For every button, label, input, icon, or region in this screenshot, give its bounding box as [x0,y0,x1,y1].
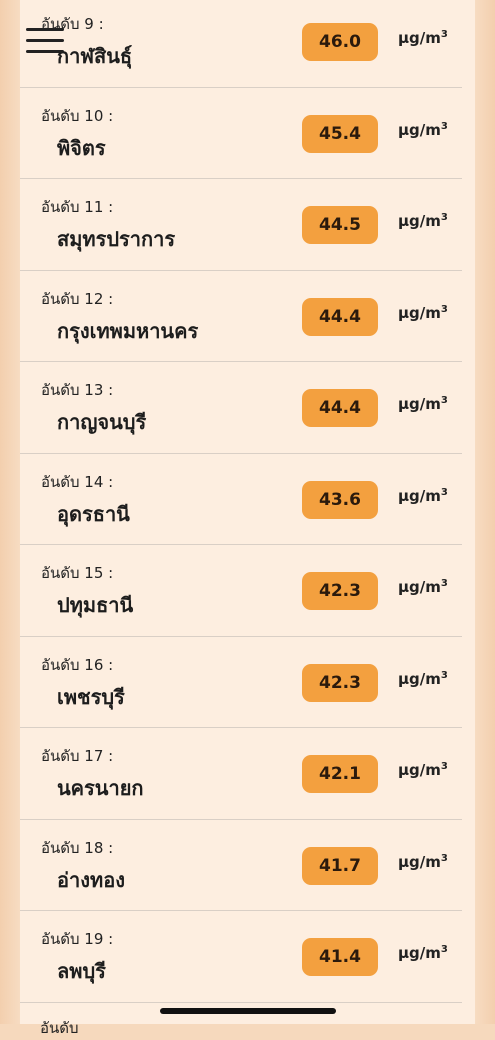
list-item: อันดับ 12 : กรุงเทพมหานคร 44.4 μg/m3 [20,271,462,362]
province-name: ลพบุรี [57,959,106,983]
rank-label: อันดับ 14 : [41,472,114,491]
list-item: อันดับ 16 : เพชรบุรี 42.3 μg/m3 [20,637,462,728]
partial-next-row: อันดับ [40,1019,79,1037]
unit-label: μg/m3 [398,303,448,322]
list-item: อันดับ 17 : นครนายก 42.1 μg/m3 [20,728,462,820]
rank-label: อันดับ 11 : [41,198,114,216]
unit-label: μg/m3 [398,852,448,871]
pm25-value-badge: 44.4 [302,389,378,427]
page-edge-left [0,0,20,1024]
province-name: ปทุมธานี [57,593,134,617]
list-item: อันดับ 18 : อ่างทอง 41.7 μg/m3 [20,820,462,911]
pm25-value-badge: 46.0 [302,23,378,61]
unit-label: μg/m3 [398,395,448,413]
list-item: อันดับ 13 : กาญจนบุรี 44.4 μg/m3 [20,362,462,454]
province-name: กาฬสินธุ์ [57,44,133,68]
unit-label: μg/m3 [398,578,448,596]
province-name: อ่างทอง [57,867,125,892]
home-indicator [160,1008,336,1014]
ranking-list: อันดับ 9 : กาฬสินธุ์ 46.0 μg/m3 อันดับ 10 :พ… [20,0,462,1003]
pm25-value-badge: 41.4 [302,938,378,976]
province-name: นครนายก [57,776,144,800]
unit-label: μg/m3 [398,944,448,962]
pm25-value-badge: 44.4 [302,297,378,336]
unit-label: μg/m3 [398,29,448,47]
pm25-value-badge: 42.1 [302,755,378,793]
province-name: กรุงเทพมหานคร [57,318,199,343]
pm25-value-badge: 45.4 [302,114,378,153]
province-name: พิจิตร [57,135,106,160]
list-item: อันดับ 19 : ลพบุรี 41.4 μg/m3 [20,911,462,1003]
unit-label: μg/m3 [398,669,448,688]
rank-label: อันดับ 18 : [41,838,114,857]
province-name: กาญจนบุรี [57,410,147,434]
pm25-value-badge: 42.3 [302,663,378,702]
list-item: อันดับ 9 : กาฬสินธุ์ 46.0 μg/m3 [20,0,462,88]
unit-label: μg/m3 [398,212,448,230]
rank-label: อันดับ 12 : [41,289,114,308]
rank-label: อันดับ 16 : [41,655,114,674]
pm25-value-badge: 43.6 [302,480,378,519]
list-item: อันดับ 15 : ปทุมธานี 42.3 μg/m3 [20,545,462,637]
pm25-value-badge: 44.5 [302,206,378,244]
rank-label: อันดับ 19 : [41,930,114,948]
list-item: อันดับ 14 : อุดรธานี 43.6 μg/m3 [20,454,462,545]
province-name: เพชรบุรี [57,684,125,709]
hamburger-menu-icon[interactable] [26,24,66,58]
rank-label: อันดับ 10 : [41,106,114,125]
province-name: สมุทรปราการ [57,227,176,251]
unit-label: μg/m3 [398,120,448,139]
unit-label: μg/m3 [398,486,448,505]
pm25-value-badge: 42.3 [302,572,378,610]
rank-label: อันดับ 17 : [41,747,114,765]
unit-label: μg/m3 [398,761,448,779]
pm25-value-badge: 41.7 [302,846,378,885]
list-item: อันดับ 10 : พิจิตร 45.4 μg/m3 [20,88,462,179]
list-item: อันดับ 11 : สมุทรปราการ 44.5 μg/m3 [20,179,462,271]
province-name: อุดรธานี [57,501,130,526]
page-edge-right [475,0,495,1024]
rank-label: อันดับ 13 : [41,381,114,399]
rank-label: อันดับ 15 : [41,564,114,582]
